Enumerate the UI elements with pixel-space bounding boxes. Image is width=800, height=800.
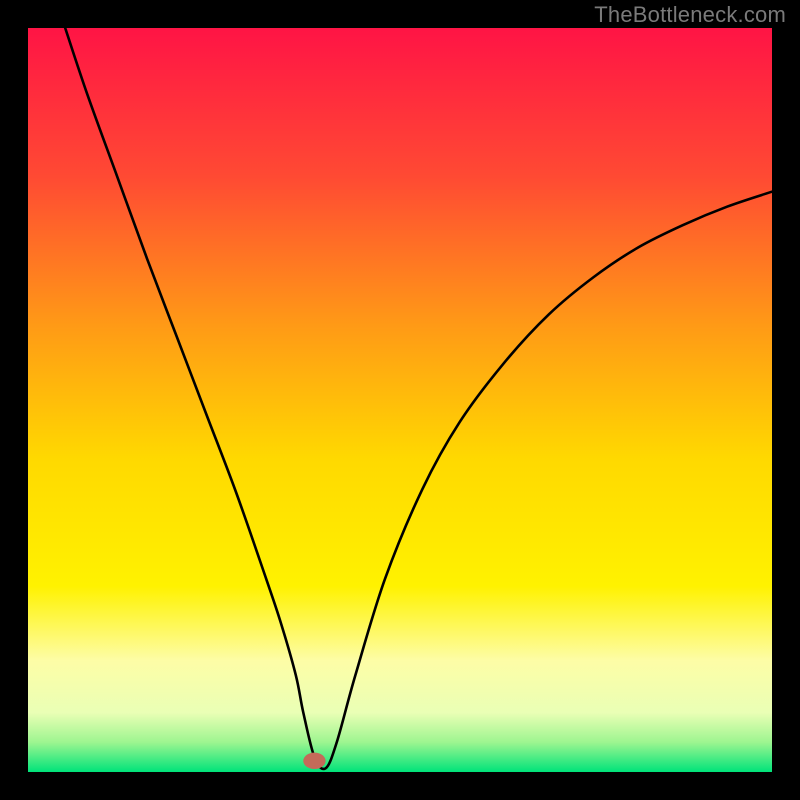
- curve-layer: [28, 28, 772, 772]
- bottleneck-curve: [65, 28, 772, 769]
- chart-frame: TheBottleneck.com: [0, 0, 800, 800]
- optimum-marker: [303, 753, 325, 769]
- watermark-text: TheBottleneck.com: [594, 2, 786, 28]
- plot-area: [28, 28, 772, 772]
